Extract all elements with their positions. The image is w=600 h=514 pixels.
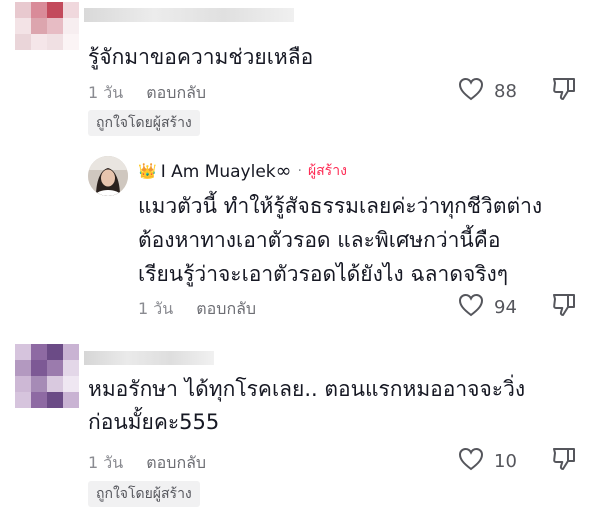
like-button[interactable]: 10 xyxy=(458,447,517,475)
comment-meta: 1 วัน ตอบกลับ xyxy=(88,451,206,476)
avatar-pixel xyxy=(63,18,79,34)
avatar-pixel xyxy=(15,18,31,34)
thumbs-down-icon xyxy=(551,294,577,322)
creator-name[interactable]: I Am Muaylek∞ xyxy=(161,160,292,182)
commenter-avatar[interactable] xyxy=(15,2,79,50)
avatar-pixel xyxy=(31,376,47,392)
commenter-avatar[interactable] xyxy=(15,344,79,408)
heart-outline-icon xyxy=(458,293,484,321)
reply-time: 1 วัน xyxy=(138,299,174,318)
avatar-pixel xyxy=(63,344,79,360)
avatar-pixel xyxy=(63,392,79,408)
comment-text: หมอรักษา ได้ทุกโรคเลย.. ตอนแรกหมออาจจะวิ… xyxy=(88,377,526,434)
avatar-pixel xyxy=(63,360,79,376)
comment-text: รู้จักมาขอความช่วยเหลือ xyxy=(88,45,314,69)
avatar-pixel xyxy=(15,2,31,18)
thumbs-down-icon xyxy=(551,448,577,476)
avatar-pixel xyxy=(15,392,31,408)
avatar-pixel xyxy=(47,2,63,18)
thumbs-down-icon xyxy=(551,78,577,106)
commenter-name-blurred[interactable] xyxy=(84,8,294,22)
reply-button[interactable]: ตอบกลับ xyxy=(146,83,206,102)
heart-outline-icon xyxy=(458,447,484,475)
avatar-pixel xyxy=(47,344,63,360)
comment-time: 1 วัน xyxy=(88,83,124,102)
liked-by-creator-badge: ถูกใจโดยผู้สร้าง xyxy=(88,481,200,507)
dislike-button[interactable] xyxy=(551,446,577,476)
reply-button[interactable]: ตอบกลับ xyxy=(196,299,256,318)
dislike-button[interactable] xyxy=(551,76,577,106)
avatar-pixel xyxy=(15,34,31,50)
reply-button[interactable]: ตอบกลับ xyxy=(146,453,206,472)
crown-icon: 👑 xyxy=(138,162,157,180)
heart-outline-icon xyxy=(458,77,484,105)
avatar-pixel xyxy=(63,34,79,50)
like-button[interactable]: 94 xyxy=(458,293,517,321)
avatar-pixel xyxy=(31,392,47,408)
like-button[interactable]: 88 xyxy=(458,77,517,105)
avatar-pixel xyxy=(31,18,47,34)
comment-meta: 1 วัน ตอบกลับ xyxy=(88,81,206,106)
like-count: 94 xyxy=(494,296,517,318)
avatar-pixel xyxy=(47,360,63,376)
avatar-pixel xyxy=(47,18,63,34)
dislike-button[interactable] xyxy=(551,292,577,322)
liked-by-creator-badge: ถูกใจโดยผู้สร้าง xyxy=(88,110,200,136)
avatar-pixel xyxy=(63,2,79,18)
reply-meta: 1 วัน ตอบกลับ xyxy=(138,297,256,322)
creator-avatar[interactable] xyxy=(88,156,128,196)
avatar-pixel xyxy=(47,34,63,50)
avatar-pixel xyxy=(47,392,63,408)
avatar-pixel xyxy=(47,376,63,392)
avatar-pixel xyxy=(15,376,31,392)
like-count: 10 xyxy=(494,450,517,472)
avatar-pixel xyxy=(31,360,47,376)
separator-dot: · xyxy=(297,163,302,179)
commenter-name-blurred[interactable] xyxy=(84,351,214,365)
avatar-pixel xyxy=(31,344,47,360)
avatar-pixel xyxy=(15,360,31,376)
comment-time: 1 วัน xyxy=(88,453,124,472)
avatar-pixel xyxy=(31,34,47,50)
creator-label: ผู้สร้าง xyxy=(307,163,347,179)
avatar-pixel xyxy=(63,376,79,392)
reply-text: แมวตัวนี้ ทำให้รู้สัจธรรมเลยค่ะว่าทุกชีว… xyxy=(138,194,543,286)
like-count: 88 xyxy=(494,80,517,102)
avatar-pixel xyxy=(31,2,47,18)
avatar-pixel xyxy=(15,344,31,360)
creator-header: 👑 I Am Muaylek∞ · ผู้สร้าง xyxy=(138,160,347,182)
